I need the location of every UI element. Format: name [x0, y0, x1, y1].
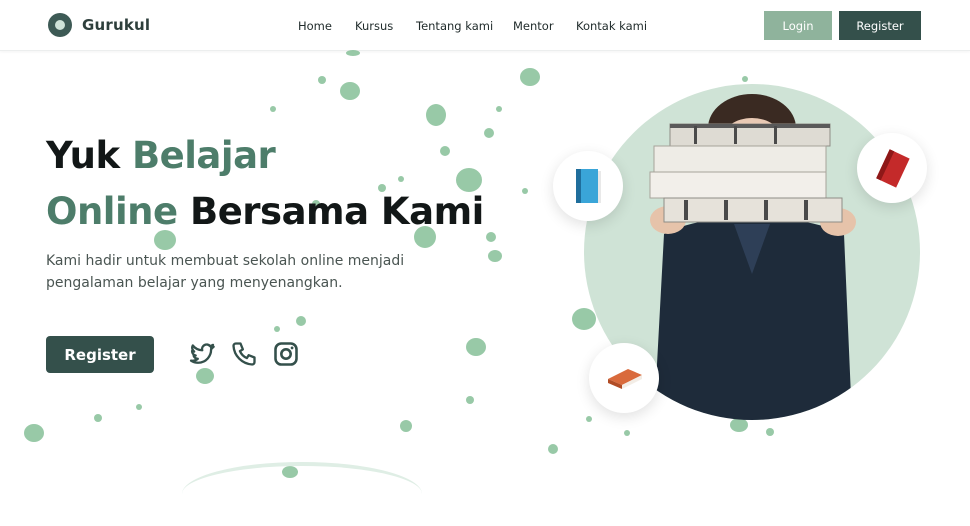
- hero-register-button[interactable]: Register: [46, 336, 154, 373]
- nav-tentang-kami[interactable]: Tentang kami: [416, 19, 493, 33]
- orange-book-icon: [608, 369, 642, 389]
- twitter-icon[interactable]: [188, 340, 216, 368]
- register-button[interactable]: Register: [839, 11, 921, 40]
- navbar: Gurukul Home Kursus Tentang kami Mentor …: [0, 0, 970, 51]
- nav-kursus[interactable]: Kursus: [355, 19, 393, 33]
- blue-book-badge: [553, 151, 623, 221]
- nav-home[interactable]: Home: [298, 19, 332, 33]
- brand-name[interactable]: Gurukul: [82, 16, 150, 34]
- nav-mentor[interactable]: Mentor: [513, 19, 554, 33]
- login-button[interactable]: Login: [764, 11, 832, 40]
- title-word-accent: Belajar: [131, 134, 276, 177]
- decorative-arc: [182, 462, 422, 526]
- logo-icon[interactable]: [48, 13, 72, 37]
- title-word: Bersama Kami: [190, 190, 484, 233]
- nav-kontak-kami[interactable]: Kontak kami: [576, 19, 647, 33]
- red-book-icon: [876, 149, 910, 188]
- orange-book-badge: [589, 343, 659, 413]
- instagram-icon[interactable]: [272, 340, 300, 368]
- red-book-badge: [857, 133, 927, 203]
- phone-icon[interactable]: [230, 340, 258, 368]
- hero-title-line1: Yuk Belajar: [46, 134, 276, 177]
- blue-book-icon: [576, 169, 601, 203]
- title-word: Yuk: [46, 134, 120, 177]
- hero-title-line2: Online Bersama Kami: [46, 190, 484, 233]
- title-word-accent: Online: [46, 190, 178, 233]
- hero-subtitle: Kami hadir untuk membuat sekolah online …: [46, 253, 405, 291]
